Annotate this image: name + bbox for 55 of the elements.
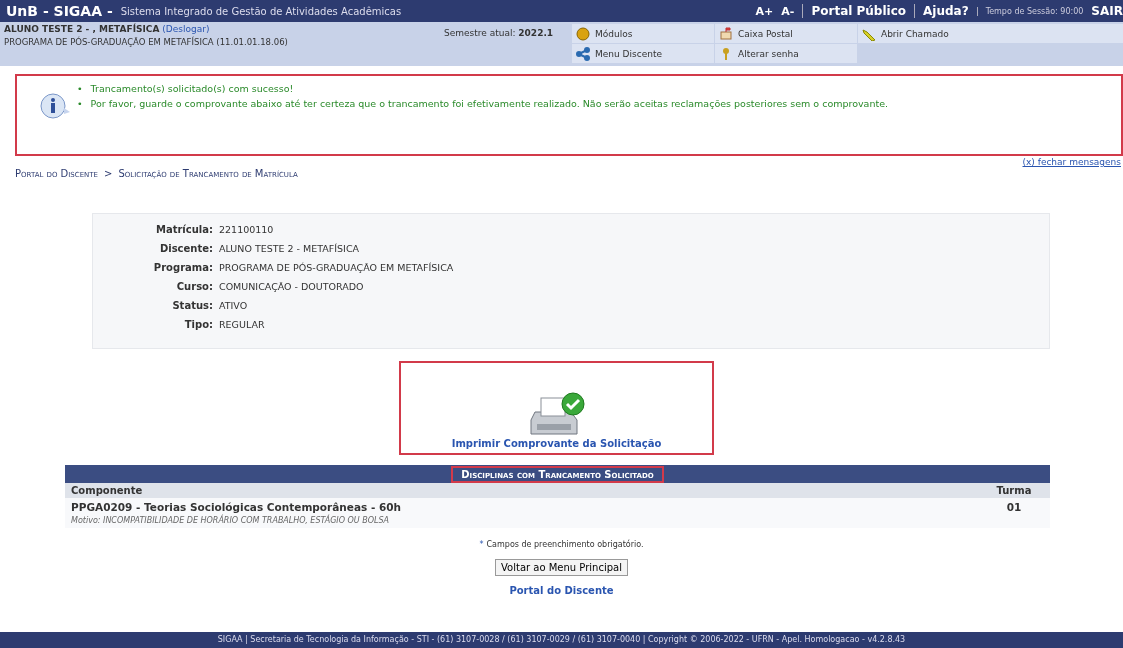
required-note: Campos de preenchimento obrigatório. bbox=[486, 540, 644, 549]
program-name: PROGRAMA DE PÓS-GRADUAÇÃO EM METAFÍSICA (11.01.01.18.06) bbox=[4, 37, 289, 47]
share-icon bbox=[576, 46, 590, 61]
semester-value: 2022.1 bbox=[518, 28, 554, 38]
message-text: Trancamento(s) solicitado(s) com sucesso! bbox=[90, 82, 295, 95]
class-cell-text: 01 bbox=[1005, 501, 1023, 513]
portal-link[interactable]: Portal do Discente bbox=[509, 585, 614, 596]
field-value: ATIVO bbox=[219, 300, 248, 311]
shortcut-link[interactable]: Caixa Postal bbox=[715, 24, 857, 43]
field-value: ALUNO TESTE 2 - METAFÍSICA bbox=[219, 243, 360, 254]
bullet-mark: • bbox=[77, 82, 83, 95]
semester-label: Semestre atual: bbox=[444, 28, 516, 38]
field-value: 221100110 bbox=[219, 224, 274, 235]
field-label: Programa: bbox=[152, 262, 214, 273]
shortcut-link[interactable]: Menu Discente bbox=[572, 44, 714, 63]
field-value: REGULAR bbox=[219, 319, 265, 330]
breadcrumb-item: Solicitação de Trancamento de Matrícula bbox=[118, 168, 298, 179]
back-button[interactable]: Voltar ao Menu Principal bbox=[495, 559, 628, 576]
field-value: PROGRAMA DE PÓS-GRADUAÇÃO EM METAFÍSICA bbox=[219, 262, 454, 273]
field-label: Curso: bbox=[175, 281, 214, 292]
breadcrumb-separator: > bbox=[104, 168, 113, 179]
user-name: ALUNO TESTE 2 - , METAFÍSICA bbox=[4, 24, 160, 34]
shortcut-link[interactable]: Abrir Chamado bbox=[858, 24, 1123, 43]
reason-text: Motivo: INCOMPATIBILIDADE DE HORÁRIO COM TRABALHO, ESTÁGIO OU BOLSA bbox=[71, 516, 390, 525]
field-label: Matrícula: bbox=[154, 224, 214, 235]
shortcut-link[interactable]: Alterar senha bbox=[715, 44, 857, 63]
print-receipt-link[interactable]: Imprimir Comprovante da Solicitação bbox=[399, 361, 714, 455]
mailbox-icon bbox=[719, 26, 733, 41]
pencil-icon bbox=[862, 26, 876, 41]
shortcut-link[interactable]: Módulos bbox=[572, 24, 714, 43]
info-icon bbox=[39, 92, 71, 120]
coin-icon bbox=[576, 26, 590, 41]
field-label: Discente: bbox=[158, 243, 214, 254]
field-label: Status: bbox=[171, 300, 214, 311]
sigaa-logo: UnB - SIGAA - bbox=[6, 3, 113, 19]
system-name: Sistema Integrado de Gestão de Atividades Acadêmicas bbox=[120, 5, 402, 17]
field-value: COMUNICAÇÃO - DOUTORADO bbox=[219, 281, 364, 292]
field-label: Tipo: bbox=[183, 319, 214, 330]
required-mark: * bbox=[479, 540, 484, 549]
column-header: Componente bbox=[71, 485, 143, 496]
bullet-mark: • bbox=[77, 97, 83, 110]
column-header: Turma bbox=[995, 485, 1033, 496]
session-timer: Tempo de Sessão: 90:00 bbox=[976, 6, 1084, 16]
close-messages-link[interactable]: (x) fechar mensagens bbox=[1022, 156, 1121, 168]
message-text: Por favor, guarde o comprovante abaixo até ter certeza que o trancamento foi efetivamente realizado. Não serão aceitas reclamações posteriores sem o comprovante. bbox=[90, 97, 890, 110]
table-caption: Disciplinas com Trancamento Solicitado bbox=[451, 465, 664, 483]
footer-text: SIGAA | Secretaria de Tecnologia da Informação - STI - (61) 3107-0028 / (61) 3107-0029 / (61) 3107-0040 | Copyright © 2006-2022 - UFRN - Apel. Homologacao - v4.2.8.43 bbox=[0, 632, 1123, 648]
logout-link[interactable]: SAIR bbox=[1091, 4, 1123, 18]
logout-link[interactable]: (Deslogar) bbox=[162, 24, 210, 34]
header-link[interactable]: Portal Público bbox=[802, 4, 907, 18]
font-increase-link[interactable]: A+ bbox=[755, 4, 774, 18]
breadcrumb-item[interactable]: Portal do Discente bbox=[15, 168, 99, 179]
font-decrease-link[interactable]: A- bbox=[781, 4, 795, 18]
component-cell: PPGA0209 - Teorias Sociológicas Contemporâneas - 60h bbox=[71, 501, 401, 513]
header-link[interactable]: Ajuda? bbox=[914, 4, 969, 18]
